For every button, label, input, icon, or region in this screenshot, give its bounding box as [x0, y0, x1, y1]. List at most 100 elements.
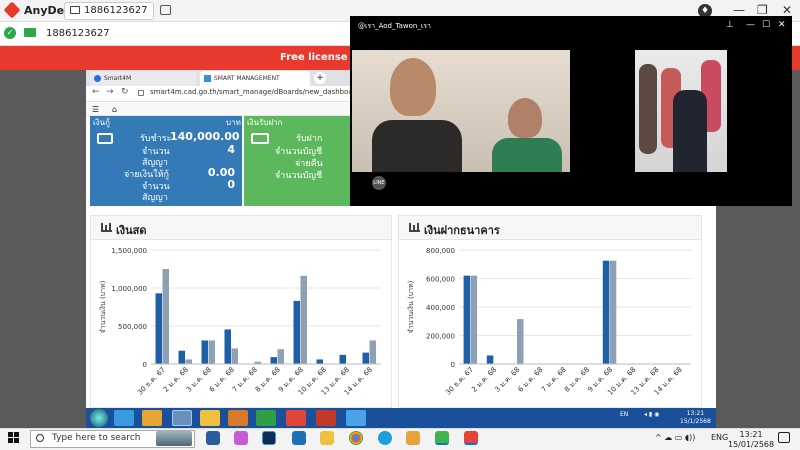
loan-contract-count-value: 4 — [227, 143, 235, 156]
video-minimize-icon[interactable]: — — [746, 20, 755, 30]
url-bar[interactable]: smart4m.cad.go.th/smart_manage/dBoards/n… — [150, 88, 350, 96]
forward-icon[interactable]: → — [106, 87, 114, 97]
y-tick-label: 800,000 — [426, 247, 455, 255]
bar — [339, 354, 346, 364]
loan-repay-label: รับชำระ — [140, 134, 172, 144]
line-app-icon: LINE — [372, 176, 386, 190]
close-icon[interactable]: ✕ — [782, 3, 792, 17]
edge-icon[interactable] — [378, 431, 392, 445]
browser-tab-smart-management[interactable]: SMART MANAGEMENT — [200, 71, 310, 86]
chrome-icon[interactable] — [172, 410, 192, 426]
excel-icon[interactable] — [256, 410, 276, 426]
person-body — [372, 120, 462, 172]
tray-icons[interactable]: ^ ☁ ▭ ◖)) — [655, 433, 695, 442]
loan-disburse-count-value: 0 — [227, 178, 235, 191]
bar — [270, 357, 277, 364]
app-icon[interactable] — [228, 410, 248, 426]
y-tick-label: 0 — [143, 361, 147, 369]
app-icon[interactable] — [292, 431, 306, 445]
loan-card-unit: บาท — [226, 118, 241, 127]
bar — [316, 359, 323, 364]
system-clock[interactable]: 13:21 15/01/2568 — [728, 430, 774, 450]
search-icon — [36, 434, 44, 442]
bar — [185, 359, 192, 364]
cash-icon — [251, 133, 269, 144]
system-date: 15/01/2568 — [728, 440, 775, 449]
app-icon[interactable] — [234, 431, 248, 445]
y-tick-label: 1,000,000 — [111, 285, 147, 293]
remote-start-icon[interactable] — [90, 409, 108, 427]
video-feed-secondary — [635, 50, 727, 172]
weather-widget[interactable] — [156, 431, 192, 446]
pin-icon[interactable]: ⊥ — [726, 20, 734, 30]
bar — [300, 275, 307, 364]
address-input[interactable]: 1886123627 — [46, 28, 110, 39]
bar — [208, 340, 215, 364]
bar — [486, 355, 494, 364]
system-time: 13:21 — [739, 430, 763, 439]
bar — [517, 319, 524, 364]
person-face — [508, 98, 542, 138]
y-tick-label: 400,000 — [426, 304, 455, 312]
remote-tray-icons[interactable]: ◂ ▮ ◉ — [644, 411, 659, 418]
bar — [362, 352, 369, 364]
media-icon[interactable] — [142, 410, 162, 426]
session-tab-label: 1886123627 — [84, 5, 148, 16]
site-tab-icon — [204, 75, 211, 82]
y-tick-label: 200,000 — [426, 333, 455, 341]
bar — [609, 260, 617, 364]
bank-chart: 0 200,000 400,000 600,000 800,000 จำนวนเงิน (… — [407, 247, 691, 397]
connected-check-icon: ✓ — [4, 27, 16, 39]
video-close-icon[interactable]: ✕ — [778, 20, 786, 30]
person-face — [390, 58, 436, 116]
minimize-icon[interactable]: — — [733, 3, 745, 17]
app-icon[interactable] — [406, 431, 420, 445]
remote-language[interactable]: EN — [620, 411, 628, 418]
home-icon[interactable]: ⌂ — [112, 105, 117, 114]
ie-icon[interactable] — [114, 410, 134, 426]
line-icon[interactable] — [435, 431, 449, 445]
reload-icon[interactable]: ↻ — [121, 87, 129, 97]
remote-clock[interactable]: 13:21 15/1/2568 — [680, 410, 711, 426]
bar — [463, 275, 471, 364]
maximize-icon[interactable]: ❐ — [757, 3, 768, 17]
bar — [155, 293, 162, 364]
y-axis-label: จำนวนเงิน (บาท) — [407, 280, 415, 333]
bar — [470, 275, 478, 364]
bar — [293, 300, 300, 364]
notification-icon[interactable] — [778, 432, 790, 443]
deposit-card-heading: เงินรับฝาก — [247, 118, 283, 127]
person-figure — [673, 90, 707, 172]
bar — [162, 269, 169, 364]
video-maximize-icon[interactable]: ☐ — [762, 20, 770, 30]
folder-icon[interactable] — [200, 410, 220, 426]
person-figure — [639, 64, 657, 154]
lock-icon — [138, 90, 144, 96]
credit-card-icon — [97, 133, 113, 144]
hamburger-menu-icon[interactable]: ☰ — [92, 105, 99, 114]
chrome-tab-icon — [94, 75, 101, 82]
anydesk-icon[interactable] — [286, 410, 306, 426]
new-tab-button[interactable]: + — [314, 72, 326, 84]
anydesk-icon[interactable] — [464, 431, 478, 445]
app-icon[interactable] — [346, 410, 366, 426]
task-view-icon[interactable] — [206, 431, 220, 445]
deposit-out-count-label: จำนวนบัญชี — [275, 171, 323, 181]
y-tick-label: 500,000 — [118, 323, 147, 331]
bar — [231, 348, 238, 364]
deposit-in-label: รับฝาก — [296, 134, 323, 144]
chrome-icon[interactable] — [349, 431, 363, 445]
bar — [369, 340, 376, 364]
windows-start-icon[interactable] — [8, 432, 20, 444]
search-placeholder: Type here to search — [52, 433, 141, 443]
anydesk-icon[interactable] — [316, 410, 336, 426]
back-icon[interactable]: ← — [92, 87, 100, 97]
language-indicator[interactable]: ENG — [711, 433, 728, 442]
file-explorer-icon[interactable] — [320, 431, 334, 445]
new-session-icon[interactable] — [160, 5, 171, 15]
loan-card-heading: เงินกู้ — [93, 118, 110, 127]
photoshop-icon[interactable] — [262, 431, 276, 445]
browser-tab-smart4m[interactable]: Smart4M — [90, 71, 196, 86]
cash-chart-title: เงินสด — [116, 224, 147, 237]
x-tick-label: 30 ธ.ค. 67 — [444, 366, 475, 397]
